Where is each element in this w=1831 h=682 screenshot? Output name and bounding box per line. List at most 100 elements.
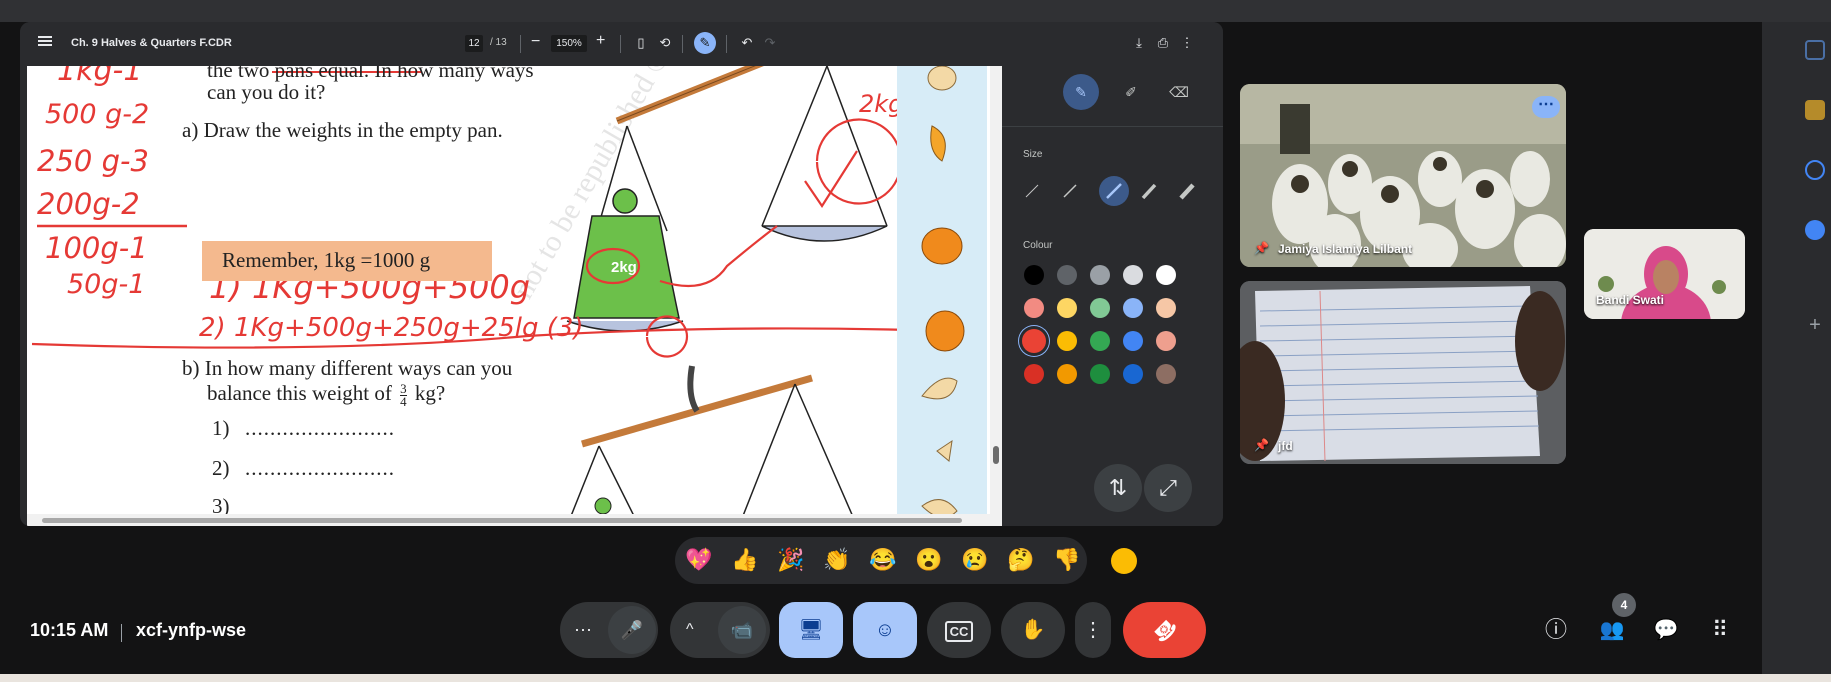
pdf-viewer-window: Ch. 9 Halves & Quarters F.CDR 12 / 13 − …: [20, 22, 1223, 526]
reposition-button[interactable]: ⇅: [1094, 464, 1142, 512]
tile-options-button[interactable]: ⋯: [1532, 96, 1560, 118]
rail-tasks-icon[interactable]: [1805, 160, 1825, 180]
pen-tool-icon[interactable]: ✎: [1063, 74, 1099, 110]
colour-swatch[interactable]: [1057, 364, 1077, 384]
participant-tile-2[interactable]: 📌 jfd: [1240, 281, 1566, 464]
horizontal-scroll-thumb[interactable]: [42, 518, 962, 523]
anno-list-2: 500 g-2: [45, 99, 149, 130]
colour-swatch[interactable]: [1090, 265, 1110, 285]
part-b-line2: balance this weight of 3 4 kg?: [207, 381, 445, 408]
apps-icon[interactable]: ⠿: [1702, 612, 1738, 648]
chevron-up-icon[interactable]: ^: [686, 602, 694, 658]
colour-swatch[interactable]: [1123, 298, 1143, 318]
participant-tile-3[interactable]: Bandi Swati: [1584, 229, 1745, 319]
fruit-5: [921, 377, 958, 400]
part-b-line1: b) In how many different ways can you: [182, 356, 513, 381]
leave-call-button[interactable]: ☎: [1123, 602, 1206, 658]
colour-swatch[interactable]: [1057, 331, 1077, 351]
reaction-clap-icon[interactable]: 👏: [823, 547, 850, 573]
remember-box: Remember, 1kg =1000 g: [202, 241, 492, 281]
reaction-thumbs-up-icon[interactable]: 👍: [731, 547, 758, 573]
colour-swatch[interactable]: [1156, 331, 1176, 351]
pdf-title: Ch. 9 Halves & Quarters F.CDR: [71, 37, 232, 49]
colour-swatch[interactable]: [1024, 298, 1044, 318]
captions-button[interactable]: CC: [927, 602, 991, 658]
participant-tile-1[interactable]: ⋯ 📌 Jamiya Islamiya Lilbant: [1240, 84, 1566, 267]
reaction-sad-icon[interactable]: 😢: [961, 547, 988, 573]
reaction-thinking-icon[interactable]: 🤔: [1007, 547, 1034, 573]
rail-contacts-icon[interactable]: [1805, 220, 1825, 240]
expand-button[interactable]: ⤢: [1144, 464, 1192, 512]
page-illustration: not to be republished © NCERT 2kg 1kg-1 …: [31, 66, 948, 526]
microphone-icon[interactable]: 🎤: [608, 606, 656, 654]
page-number-input[interactable]: 12: [465, 35, 483, 52]
notebook-video: [1240, 281, 1566, 464]
colour-swatch[interactable]: [1123, 265, 1143, 285]
meeting-time: 10:15 AM: [30, 620, 109, 640]
fruit-1: [927, 66, 957, 91]
zoom-level[interactable]: 150%: [551, 35, 587, 52]
fraction: 3 4: [400, 382, 407, 408]
reaction-surprised-icon[interactable]: 😮: [915, 547, 942, 573]
colour-swatch[interactable]: [1024, 364, 1044, 384]
skin-tone-button[interactable]: [1111, 548, 1137, 574]
rail-add-icon[interactable]: +: [1805, 315, 1825, 335]
colour-swatch[interactable]: [1057, 298, 1077, 318]
vertical-scroll-thumb[interactable]: [993, 446, 999, 464]
zoom-out-button[interactable]: −: [531, 33, 540, 51]
undo-icon[interactable]: ↶: [738, 34, 756, 52]
participant-name-2: jfd: [1278, 439, 1293, 453]
chat-icon[interactable]: 💬: [1648, 612, 1684, 648]
participant-name-3: Bandi Swati: [1596, 293, 1665, 307]
colour-swatch[interactable]: [1090, 331, 1110, 351]
participant-name-1: Jamiya Islamiya Lilbant: [1278, 242, 1413, 256]
size-label: Size: [1023, 149, 1043, 160]
horizontal-scrollbar[interactable]: [27, 514, 990, 526]
colour-swatch[interactable]: [1123, 331, 1143, 351]
part-b-text: balance this weight of: [207, 381, 392, 405]
menu-icon[interactable]: [38, 36, 52, 38]
pin-icon: 📌: [1254, 241, 1269, 255]
more-vert-icon[interactable]: ⋮: [1178, 34, 1196, 52]
fruit-strip: [897, 66, 987, 526]
colour-swatch[interactable]: [1022, 329, 1046, 353]
annotate-icon[interactable]: ✎: [694, 32, 716, 54]
colour-swatch[interactable]: [1123, 364, 1143, 384]
print-icon[interactable]: ⎙: [1154, 34, 1172, 52]
colour-swatch[interactable]: [1156, 298, 1176, 318]
reaction-heart-icon[interactable]: 💖: [685, 547, 712, 573]
colour-swatch[interactable]: [1156, 364, 1176, 384]
rail-calendar-icon[interactable]: [1805, 40, 1825, 60]
reactions-button[interactable]: ☺: [853, 602, 917, 658]
meeting-info-icon[interactable]: ⓘ: [1538, 612, 1574, 648]
eraser-icon[interactable]: ⌫: [1161, 74, 1197, 110]
people-icon[interactable]: 👥: [1594, 612, 1630, 648]
rail-keep-icon[interactable]: [1805, 100, 1825, 120]
more-actions-button[interactable]: ⋮: [1075, 602, 1111, 658]
pdf-page[interactable]: not to be republished © NCERT 2kg 1kg-1 …: [27, 66, 1002, 526]
camera-icon[interactable]: 📹: [718, 606, 766, 654]
anno-list-4: 200g-2: [37, 187, 140, 221]
present-screen-button[interactable]: 🖥: [779, 602, 843, 658]
redo-icon[interactable]: ↷: [761, 34, 779, 52]
colour-swatch[interactable]: [1057, 265, 1077, 285]
colour-swatch[interactable]: [1156, 265, 1176, 285]
reaction-party-icon[interactable]: 🎉: [777, 547, 804, 573]
vertical-scrollbar[interactable]: [990, 66, 1002, 526]
reaction-laugh-icon[interactable]: 😂: [869, 547, 896, 573]
zoom-in-button[interactable]: +: [596, 32, 605, 50]
more-vert-icon: ⋮: [1083, 619, 1103, 641]
colour-swatch[interactable]: [1024, 265, 1044, 285]
divider: [121, 624, 122, 642]
colour-swatch[interactable]: [1090, 364, 1110, 384]
highlighter-icon[interactable]: ✐: [1113, 74, 1149, 110]
mic-group: ⋯ 🎤: [560, 602, 658, 658]
raise-hand-button[interactable]: ✋: [1001, 602, 1065, 658]
download-icon[interactable]: ⤓: [1130, 34, 1148, 52]
rotate-icon[interactable]: ⟲: [656, 34, 674, 52]
reaction-thumbs-down-icon[interactable]: 👎: [1053, 547, 1080, 573]
size-options[interactable]: [1002, 171, 1223, 211]
fit-page-icon[interactable]: ▯: [632, 34, 650, 52]
colour-swatch[interactable]: [1090, 298, 1110, 318]
more-options-icon[interactable]: ⋯: [574, 602, 592, 658]
